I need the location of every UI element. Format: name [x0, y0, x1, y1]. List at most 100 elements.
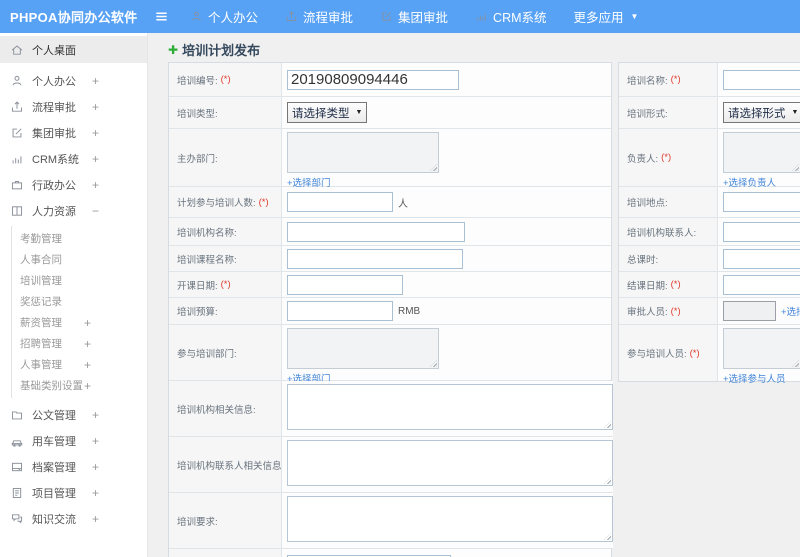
sidebar-subitem-label: 人事管理	[20, 359, 62, 371]
expand-toggle[interactable]: +	[84, 379, 91, 393]
expand-toggle[interactable]: +	[84, 337, 91, 351]
field-label: 培训预算:	[177, 307, 218, 318]
field-label-cell: 审批人员: (*)	[619, 298, 718, 324]
chart-icon	[10, 152, 24, 166]
training-name-input[interactable]	[723, 69, 800, 90]
sidebar-subitem-reward-punishment[interactable]: 奖惩记录	[12, 291, 147, 312]
training-org-contact-info-textarea[interactable]	[287, 440, 613, 486]
field-label-cell: 负责人: (*)	[619, 129, 718, 186]
required-mark: (*)	[670, 74, 681, 85]
field-label-cell: 主办部门:	[169, 129, 282, 186]
form-row: 培训要求:	[169, 493, 613, 549]
sidebar-item-human-resources[interactable]: 人力资源 −	[0, 198, 147, 224]
sidebar-item-vehicle-mgmt[interactable]: 用车管理 +	[0, 428, 147, 454]
training-org-contact-input[interactable]	[723, 221, 800, 242]
sidebar-item-label: 流程审批	[32, 102, 76, 114]
total-class-hours-input[interactable]	[723, 248, 800, 269]
sidebar-subitem-training-mgmt[interactable]: 培训管理	[12, 270, 147, 291]
field-label-cell: 培训名称: (*)	[619, 63, 718, 96]
expand-toggle[interactable]: +	[84, 358, 91, 372]
expand-toggle[interactable]: +	[84, 316, 91, 330]
sidebar-subitem-personnel-mgmt[interactable]: 人事管理 +	[12, 354, 147, 375]
expand-toggle[interactable]: +	[92, 100, 99, 114]
expand-toggle[interactable]: +	[92, 512, 99, 526]
training-org-name-input[interactable]	[287, 221, 465, 242]
form-row: 培训预算: RMB	[169, 298, 611, 325]
planned-participants-input[interactable]	[287, 192, 393, 212]
sidebar-item-label: 项目管理	[32, 488, 76, 500]
field-label: 负责人:	[627, 153, 659, 165]
sidebar-subitem-label: 考勤管理	[20, 233, 62, 245]
expand-toggle[interactable]: +	[92, 408, 99, 422]
sidebar-item-project-mgmt[interactable]: 项目管理 +	[0, 480, 147, 506]
expand-toggle[interactable]: +	[92, 74, 99, 88]
sidebar-item-archive-mgmt[interactable]: 档案管理 +	[0, 454, 147, 480]
approver-input[interactable]	[723, 301, 776, 321]
participating-departments-textarea[interactable]	[287, 328, 439, 369]
field-label-cell: 培训课程名称:	[169, 246, 282, 271]
sidebar-item-label: 公文管理	[32, 410, 76, 422]
form-row: 负责人: (*) +选择负责人	[619, 129, 800, 189]
expand-toggle[interactable]: +	[92, 486, 99, 500]
training-requirements-textarea[interactable]	[287, 496, 613, 542]
select-value: 请选择类型	[292, 107, 350, 120]
sidebar-item-personal-office[interactable]: 个人办公 +	[0, 68, 147, 94]
training-course-name-input[interactable]	[287, 248, 463, 269]
participating-persons-textarea[interactable]	[723, 328, 800, 369]
sidebar-item-label: 知识交流	[32, 514, 76, 526]
expand-toggle[interactable]: +	[92, 152, 99, 166]
start-date-input[interactable]	[287, 274, 403, 295]
field-label-cell: 总课时:	[619, 246, 718, 271]
sidebar-item-label: CRM系统	[32, 154, 80, 166]
book-icon	[10, 204, 24, 218]
nav-item-group-approval[interactable]: 集团审批	[380, 7, 448, 26]
expand-toggle[interactable]: +	[92, 434, 99, 448]
end-date-input[interactable]	[723, 274, 800, 295]
training-form-select[interactable]: 请选择形式 ▼	[723, 102, 800, 123]
nav-item-personal-office[interactable]: 个人办公	[190, 7, 258, 26]
sidebar-subitem-attendance-mgmt[interactable]: 考勤管理	[12, 228, 147, 249]
sidebar-item-group-approval[interactable]: 集团审批 +	[0, 120, 147, 146]
sidebar-item-workflow-approval[interactable]: 流程审批 +	[0, 94, 147, 120]
required-mark: (*)	[220, 74, 231, 85]
training-number-input[interactable]	[287, 69, 459, 90]
field-value-cell	[282, 272, 611, 297]
sidebar-item-personal-desktop[interactable]: 个人桌面	[0, 36, 147, 63]
sidebar-item-document-mgmt[interactable]: 公文管理 +	[0, 402, 147, 428]
expand-toggle[interactable]: +	[92, 460, 99, 474]
nav-item-workflow-approval[interactable]: 流程审批	[285, 7, 353, 26]
sidebar-subitem-personnel-contract[interactable]: 人事合同	[12, 249, 147, 270]
sidebar-item-admin-office[interactable]: 行政办公 +	[0, 172, 147, 198]
sidebar-item-crm-system[interactable]: CRM系统 +	[0, 146, 147, 172]
sidebar-subitem-salary-mgmt[interactable]: 薪资管理 +	[12, 312, 147, 333]
form-row: 结课日期: (*)	[619, 272, 800, 298]
field-label: 总课时:	[627, 254, 659, 266]
field-value-cell: +选择部门	[282, 325, 611, 385]
hamburger-menu-icon[interactable]	[154, 0, 169, 33]
expand-toggle[interactable]: +	[92, 178, 99, 192]
sidebar-item-knowledge-exchange[interactable]: 知识交流 +	[0, 506, 147, 532]
sidebar-subitem-basic-category-settings[interactable]: 基础类别设置 +	[12, 375, 147, 396]
nav-item-crm-system[interactable]: CRM系统	[475, 7, 547, 26]
person-in-charge-textarea[interactable]	[723, 132, 800, 173]
approver-link[interactable]: +选择审批人员	[781, 304, 800, 318]
host-department-textarea[interactable]	[287, 132, 439, 173]
sidebar-item-label: 人力资源	[32, 206, 76, 218]
edit-icon	[380, 10, 393, 23]
form-row: 开课日期: (*)	[169, 272, 611, 298]
nav-item-more-apps[interactable]: 更多应用 ▼	[574, 7, 639, 26]
participating-persons-link[interactable]: +选择参与人员	[723, 371, 786, 385]
expand-toggle[interactable]: −	[92, 204, 99, 218]
unit-label: 人	[398, 198, 408, 210]
training-budget-input[interactable]	[287, 301, 393, 321]
training-type-select[interactable]: 请选择类型 ▼	[287, 102, 368, 123]
field-value-cell: +选择部门	[282, 129, 611, 189]
required-mark: (*)	[689, 347, 700, 359]
required-mark: (*)	[220, 279, 231, 290]
field-label: 培训机构联系人相关信息:	[177, 460, 282, 472]
field-label: 培训机构相关信息:	[177, 404, 256, 416]
sidebar-subitem-recruitment-mgmt[interactable]: 招聘管理 +	[12, 333, 147, 354]
training-location-input[interactable]	[723, 192, 800, 212]
expand-toggle[interactable]: +	[92, 126, 99, 140]
training-org-info-textarea[interactable]	[287, 384, 613, 430]
